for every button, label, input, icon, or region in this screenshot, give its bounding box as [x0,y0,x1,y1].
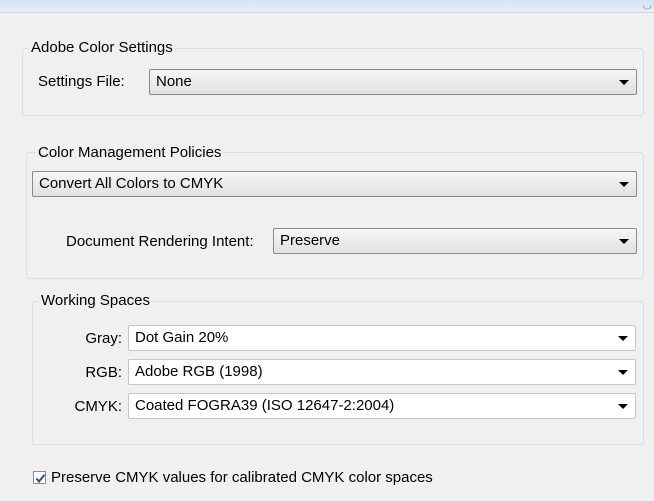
gray-label: Gray: [85,330,122,347]
color-management-policies-title: Color Management Policies [36,144,224,162]
gray-working-space-value: Dot Gain 20% [135,329,229,346]
rendering-intent-dropdown[interactable]: Preserve [273,228,637,254]
chevron-down-icon [618,404,628,409]
rendering-intent-value: Preserve [280,232,341,249]
settings-file-dropdown[interactable]: None [149,69,637,95]
rgb-working-space-value: Adobe RGB (1998) [135,363,263,380]
preserve-cmyk-checkbox[interactable] [33,471,46,484]
chevron-down-icon [618,370,628,375]
chevron-down-icon [618,336,628,341]
color-settings-panel: Adobe Color Settings Settings File: None… [0,13,654,501]
cmyk-working-space-value: Coated FOGRA39 (ISO 12647-2:2004) [135,397,395,414]
preserve-cmyk-label[interactable]: Preserve CMYK values for calibrated CMYK… [51,469,433,487]
rgb-label: RGB: [85,364,122,381]
cmyk-label: CMYK: [74,398,122,415]
working-spaces-title: Working Spaces [39,292,152,310]
gray-working-space-dropdown[interactable]: Dot Gain 20% [128,325,636,351]
color-policy-value: Convert All Colors to CMYK [39,175,224,192]
chevron-down-icon [619,80,629,85]
checkmark-icon [35,474,46,484]
rgb-working-space-dropdown[interactable]: Adobe RGB (1998) [128,359,636,385]
chevron-down-icon [619,182,629,187]
chevron-down-icon [619,239,629,244]
color-policy-dropdown[interactable]: Convert All Colors to CMYK [32,171,637,197]
settings-file-label: Settings File: [38,73,125,90]
window-top-strip: ◡ [0,0,654,13]
adobe-color-settings-title: Adobe Color Settings [29,39,175,57]
cmyk-working-space-dropdown[interactable]: Coated FOGRA39 (ISO 12647-2:2004) [128,393,636,419]
rendering-intent-label: Document Rendering Intent: [66,233,254,250]
settings-file-value: None [156,73,192,90]
corner-glyph-icon: ◡ [642,0,652,11]
